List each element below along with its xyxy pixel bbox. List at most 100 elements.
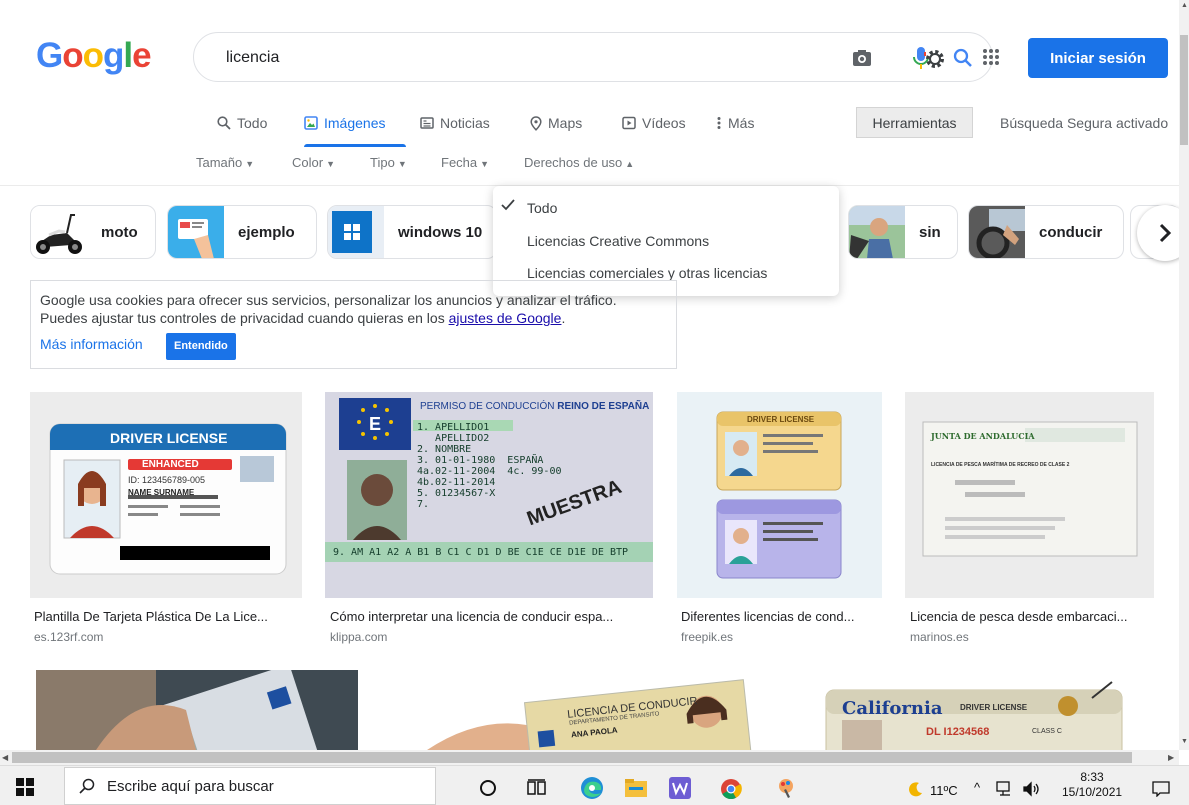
chip-thumbnail [328, 206, 384, 258]
result-caption[interactable]: Cómo interpretar una licencia de conduci… [330, 609, 613, 624]
google-logo[interactable]: Google [36, 36, 152, 76]
filter-type[interactable]: Tipo ▼ [370, 155, 407, 170]
camera-icon[interactable] [850, 46, 874, 70]
tools-button[interactable]: Herramientas [856, 107, 973, 138]
search-icon[interactable] [951, 46, 975, 70]
tab-label: Todo [237, 115, 268, 131]
map-pin-icon [530, 115, 542, 131]
windows-start-icon[interactable] [14, 776, 36, 798]
image-text: DRIVER LICENSE [747, 415, 815, 424]
chip-conducir[interactable]: conducir [968, 205, 1124, 259]
paint-app-icon[interactable] [772, 774, 800, 802]
menu-item-todo[interactable]: Todo [527, 200, 557, 216]
cookie-text-line2: Puedes ajustar tus controles de privacid… [40, 310, 565, 327]
tray-expand-icon[interactable]: ^ [974, 780, 980, 795]
result-image[interactable]: California DRIVER LICENSE DL I1234568 CL… [792, 670, 1154, 750]
volume-icon[interactable] [1020, 779, 1042, 799]
result-source[interactable]: es.123rf.com [34, 630, 103, 644]
taskbar-search-placeholder: Escribe aquí para buscar [107, 777, 274, 795]
filter-color[interactable]: Color ▼ [292, 155, 335, 170]
result-caption[interactable]: Diferentes licencias de cond... [681, 609, 854, 624]
chip-ejemplo[interactable]: ejemplo [167, 205, 317, 259]
menu-item-creative-commons[interactable]: Licencias Creative Commons [527, 233, 709, 249]
edge-browser-icon[interactable] [578, 774, 606, 802]
tab-label: Imágenes [324, 115, 386, 131]
result-caption[interactable]: Plantilla De Tarjeta Plástica De La Lice… [34, 609, 268, 624]
result-image[interactable]: DRIVER LICENSE [677, 392, 882, 598]
search-box [193, 32, 993, 82]
tab-todo[interactable]: Todo [217, 113, 267, 133]
taskbar-search[interactable]: Escribe aquí para buscar [64, 767, 436, 805]
result-image[interactable]: LICENCIA DE CONDUCIR DEPARTAMENTO DE TRA… [387, 670, 769, 750]
file-explorer-icon[interactable] [623, 776, 649, 800]
filter-usage-rights[interactable]: Derechos de uso ▲ [524, 155, 634, 170]
notifications-icon[interactable] [1150, 779, 1172, 799]
chip-windows-10[interactable]: windows 10 [327, 205, 497, 259]
image-text: 9. AM A1 A2 A B1 B C1 C D1 D BE C1E CE D… [333, 547, 629, 558]
clock-time: 8:33 [1080, 770, 1104, 784]
search-icon [79, 778, 95, 794]
cookie-notice: Google usa cookies para ofrecer sus serv… [30, 280, 677, 369]
result-image[interactable] [36, 670, 358, 750]
chip-label: windows 10 [398, 223, 483, 241]
result-image[interactable]: JUNTA DE ANDALUCIA LICENCIA DE PESCA MAR… [905, 392, 1154, 598]
chip-thumbnail [969, 206, 1025, 258]
filter-label: Tamaño [196, 155, 243, 170]
scroll-left-icon[interactable]: ◀ [2, 753, 8, 762]
word-icon[interactable] [668, 776, 692, 800]
image-text: JUNTA DE ANDALUCIA [931, 431, 1035, 441]
safe-search-status[interactable]: Búsqueda Segura activado [1000, 115, 1168, 131]
search-input[interactable] [224, 45, 828, 71]
image-text: NAME SURNAME [128, 488, 195, 497]
tab-imagenes[interactable]: Imágenes [304, 113, 385, 133]
gear-icon[interactable] [922, 46, 948, 72]
scroll-up-icon[interactable]: ▲ [1181, 2, 1188, 9]
apps-grid-icon[interactable] [980, 46, 1002, 68]
tab-videos[interactable]: Vídeos [622, 113, 686, 133]
weather-temp[interactable]: 11ºC [930, 783, 958, 798]
chevron-right-icon [1159, 223, 1172, 243]
chip-label: ejemplo [238, 223, 295, 241]
scroll-down-icon[interactable]: ▼ [1181, 738, 1188, 745]
result-image[interactable]: DRIVER LICENSE ENHANCED ID: 123456789-00… [30, 392, 302, 598]
image-text: ENHANCED [142, 459, 199, 470]
clock[interactable]: 8:33 15/10/2021 [1062, 770, 1122, 800]
vertical-scroll-thumb[interactable] [1180, 35, 1188, 145]
result-image[interactable]: PERMISO DE CONDUCCIÓN REINO DE ESPAÑA E … [325, 392, 653, 598]
result-caption[interactable]: Licencia de pesca desde embarcaci... [910, 609, 1128, 624]
accept-cookies-button[interactable]: Entendido [166, 333, 236, 360]
chip-moto[interactable]: moto [30, 205, 156, 259]
image-text: DRIVER LICENSE [960, 703, 1028, 712]
network-icon[interactable] [994, 779, 1016, 799]
chip-sin[interactable]: sin [848, 205, 958, 259]
tab-noticias[interactable]: Noticias [420, 113, 490, 133]
image-text: E [369, 414, 382, 434]
caret-down-icon: ▼ [397, 159, 407, 169]
image-text: ID: 123456789-005 [128, 475, 206, 485]
result-source[interactable]: klippa.com [330, 630, 387, 644]
video-icon [622, 116, 636, 130]
chip-label: conducir [1039, 223, 1103, 241]
tab-label: Noticias [440, 115, 490, 131]
tab-label: Maps [548, 115, 583, 131]
chrome-icon[interactable] [718, 776, 744, 802]
chip-label: moto [101, 223, 138, 241]
horizontal-scroll-thumb[interactable] [12, 752, 1132, 763]
filter-date[interactable]: Fecha ▼ [441, 155, 489, 170]
tab-mas[interactable]: Más [716, 113, 754, 133]
result-source[interactable]: marinos.es [910, 630, 969, 644]
image-text: CLASS C [1032, 728, 1062, 735]
more-info-link[interactable]: Más información [40, 336, 143, 353]
signin-button[interactable]: Iniciar sesión [1028, 38, 1168, 78]
cortana-icon[interactable] [476, 776, 500, 800]
weather-moon-icon[interactable] [906, 779, 926, 799]
tab-label: Vídeos [642, 115, 686, 131]
result-source[interactable]: freepik.es [681, 630, 733, 644]
google-settings-link[interactable]: ajustes de Google [449, 310, 562, 326]
filter-size[interactable]: Tamaño ▼ [196, 155, 254, 170]
check-icon [501, 198, 515, 216]
tab-maps[interactable]: Maps [530, 113, 582, 133]
scroll-right-icon[interactable]: ▶ [1168, 753, 1174, 762]
task-view-icon[interactable] [525, 776, 549, 800]
menu-item-commercial[interactable]: Licencias comerciales y otras licencias [527, 265, 767, 281]
